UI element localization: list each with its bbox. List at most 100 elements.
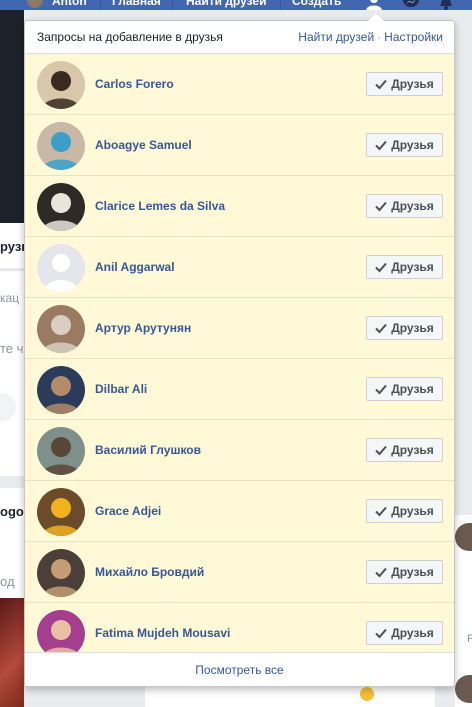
check-icon	[375, 506, 387, 517]
requester-name[interactable]: Anil Aggarwal	[95, 260, 175, 274]
contact-avatar[interactable]	[455, 523, 472, 551]
check-icon	[375, 567, 387, 578]
requester-name[interactable]: Dilbar Ali	[95, 382, 147, 396]
requester-name[interactable]: Fatima Mujdeh Mousavi	[95, 626, 230, 640]
avatar[interactable]	[37, 244, 85, 292]
user-photo-icon	[37, 122, 85, 170]
friends-button[interactable]: Друзья	[366, 316, 443, 340]
friend-request-row: Grace Adjei Друзья	[25, 481, 454, 542]
header-links: Найти друзей · Настройки	[298, 30, 443, 44]
user-photo-icon	[37, 549, 85, 597]
friends-button[interactable]: Друзья	[366, 377, 443, 401]
avatar[interactable]	[37, 366, 85, 414]
check-icon	[375, 628, 387, 639]
check-icon	[375, 384, 387, 395]
nav-divider	[100, 0, 101, 10]
check-icon	[375, 140, 387, 151]
user-photo-icon	[37, 427, 85, 475]
friend-request-row: Anil Aggarwal Друзья	[25, 237, 454, 298]
friends-button-label: Друзья	[391, 443, 434, 457]
profile-link[interactable]: Anton	[52, 0, 87, 8]
nav-divider	[172, 0, 173, 10]
user-photo-icon	[37, 366, 85, 414]
friends-button-label: Друзья	[391, 504, 434, 518]
avatar[interactable]	[37, 488, 85, 536]
contact-avatar[interactable]	[455, 675, 472, 703]
avatar[interactable]	[37, 427, 85, 475]
friend-request-row: Aboagye Samuel Друзья	[25, 115, 454, 176]
requester-name[interactable]: Артур Арутунян	[95, 321, 191, 335]
avatar[interactable]	[37, 183, 85, 231]
friends-button[interactable]: Друзья	[366, 194, 443, 218]
background-text: те ч	[0, 341, 24, 356]
friend-request-row: Михайло Бровдий Друзья	[25, 542, 454, 603]
see-all-link[interactable]: Посмотреть все	[25, 652, 454, 686]
check-icon	[375, 262, 387, 273]
friend-requests-dropdown: Запросы на добавление в друзья Найти дру…	[24, 20, 455, 687]
friends-button-label: Друзья	[391, 565, 434, 579]
emoji-icon	[360, 687, 374, 701]
default-avatar-icon	[37, 244, 85, 292]
background-card: ogo од	[0, 488, 24, 598]
friends-button[interactable]: Друзья	[366, 499, 443, 523]
background-cover	[0, 10, 24, 223]
top-navigation-bar: Anton Главная Найти друзей Создать	[0, 0, 472, 10]
requester-name[interactable]: Carlos Forero	[95, 77, 174, 91]
background-text: F	[467, 633, 472, 645]
user-photo-icon	[37, 488, 85, 536]
friend-request-row: Артур Арутунян Друзья	[25, 298, 454, 359]
messages-icon[interactable]	[403, 0, 419, 10]
avatar[interactable]	[37, 61, 85, 109]
requester-name[interactable]: Михайло Бровдий	[95, 565, 204, 579]
background-card: рузь	[0, 223, 24, 268]
avatar[interactable]	[37, 122, 85, 170]
find-friends-link[interactable]: Найти друзей	[298, 30, 374, 44]
background-photo	[0, 598, 24, 707]
friend-requests-icon[interactable]	[366, 0, 382, 10]
friends-button-label: Друзья	[391, 199, 434, 213]
friend-request-row: Василий Глушков Друзья	[25, 420, 454, 481]
friends-button[interactable]: Друзья	[366, 255, 443, 279]
friend-request-row: Dilbar Ali Друзья	[25, 359, 454, 420]
background-pill	[0, 393, 16, 421]
create-link[interactable]: Создать	[292, 0, 341, 8]
background-text: ogo	[0, 504, 24, 519]
user-photo-icon	[37, 610, 85, 654]
friends-button-label: Друзья	[391, 626, 434, 640]
friend-request-row: Fatima Mujdeh Mousavi Друзья	[25, 603, 454, 654]
friends-button-label: Друзья	[391, 77, 434, 91]
user-photo-icon	[37, 61, 85, 109]
requester-name[interactable]: Grace Adjei	[95, 504, 161, 518]
user-photo-icon	[37, 305, 85, 353]
avatar[interactable]	[37, 305, 85, 353]
background-card: F	[455, 515, 472, 707]
friends-button-label: Друзья	[391, 321, 434, 335]
friends-button[interactable]: Друзья	[366, 133, 443, 157]
friends-button-label: Друзья	[391, 138, 434, 152]
user-photo-icon	[37, 183, 85, 231]
home-link[interactable]: Главная	[112, 0, 161, 8]
friend-request-list: Carlos Forero Друзья Aboagye Samuel Друзья C…	[25, 54, 454, 654]
background-card	[145, 687, 435, 707]
friends-button[interactable]: Друзья	[366, 621, 443, 645]
background-card: кац те ч	[0, 270, 24, 476]
friend-request-row: Carlos Forero Друзья	[25, 54, 454, 115]
notifications-icon[interactable]	[438, 0, 454, 10]
avatar[interactable]	[37, 549, 85, 597]
nav-divider	[280, 0, 281, 10]
requester-name[interactable]: Василий Глушков	[95, 443, 201, 457]
requester-name[interactable]: Aboagye Samuel	[95, 138, 192, 152]
profile-avatar[interactable]	[27, 0, 43, 8]
friends-button[interactable]: Друзья	[366, 560, 443, 584]
background-text: од	[0, 574, 15, 589]
find-friends-nav-link[interactable]: Найти друзей	[186, 0, 266, 8]
check-icon	[375, 445, 387, 456]
requester-name[interactable]: Clarice Lemes da Silva	[95, 199, 225, 213]
link-separator: ·	[377, 30, 382, 44]
check-icon	[375, 323, 387, 334]
check-icon	[375, 79, 387, 90]
settings-link[interactable]: Настройки	[384, 30, 443, 44]
friends-button[interactable]: Друзья	[366, 72, 443, 96]
friends-button[interactable]: Друзья	[366, 438, 443, 462]
avatar[interactable]	[37, 610, 85, 654]
